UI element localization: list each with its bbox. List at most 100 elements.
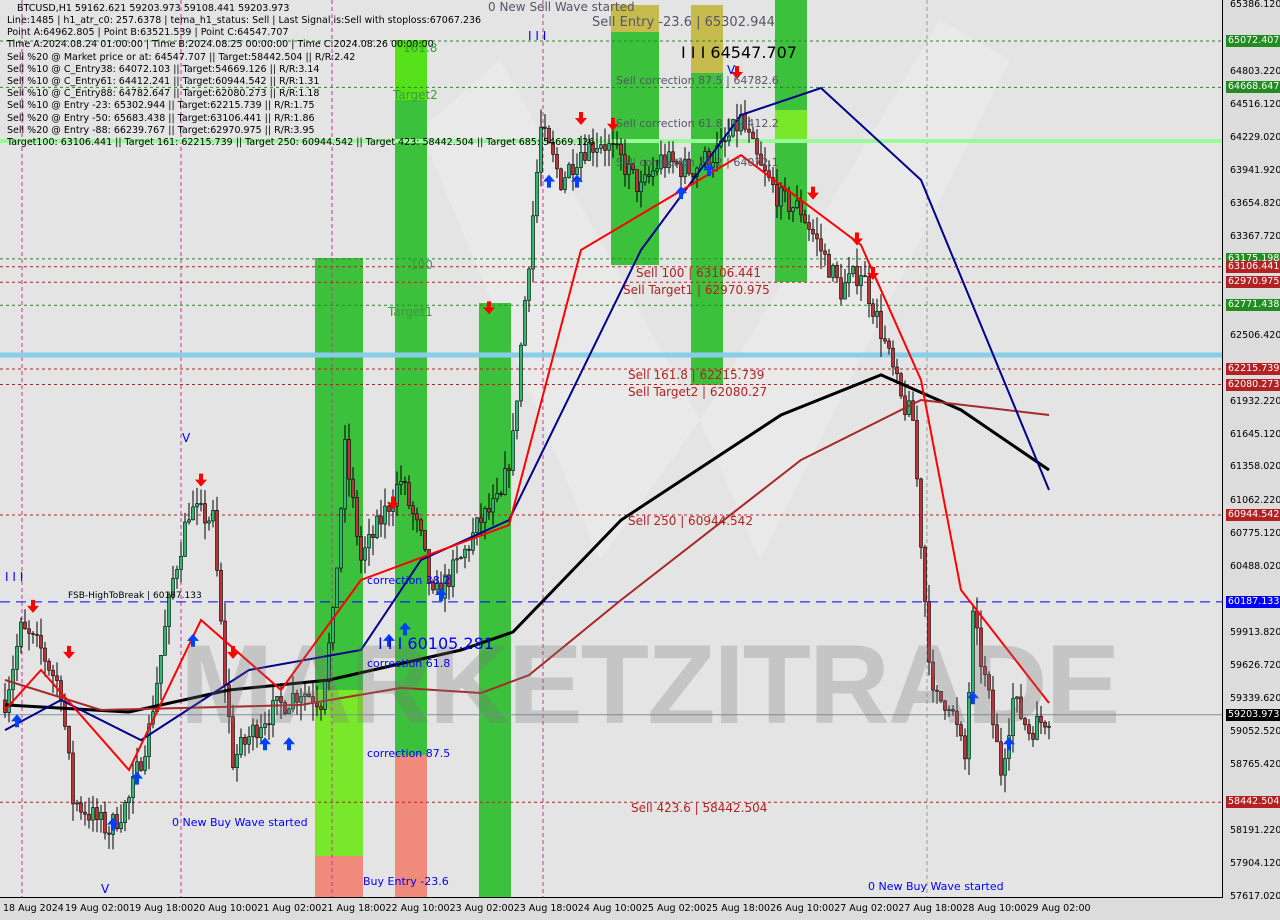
price-tick: 61645.120 [1230, 428, 1280, 440]
price-tick: 57904.120 [1230, 858, 1280, 870]
candle [123, 802, 127, 823]
candle [907, 400, 911, 415]
fsb-high-to-break-label: FSB-HighToBreak | 60187.133 [68, 591, 202, 601]
candle [839, 277, 843, 300]
candle [811, 228, 815, 235]
info-line: Point A:64962.805 | Point B:63521.539 | … [7, 27, 289, 39]
sell-100-label: Sell 100 | 63106.441 [636, 266, 761, 280]
candle [39, 635, 43, 649]
targets-line: Target100: 63106.441 || Target 161: 6221… [7, 137, 595, 148]
candle [603, 144, 607, 151]
buy-point-label: I I I 60105.281 [378, 634, 494, 653]
info-line: Time A:2024.08.24 01:00:00 | Time B:2024… [7, 39, 434, 51]
candle [95, 807, 99, 820]
candle [563, 177, 567, 190]
sell-correction-618-label: Sell correction 61.8 | 64412.2 [616, 117, 779, 130]
candle [799, 200, 803, 216]
candle [787, 190, 791, 212]
time-tick: 24 Aug 10:00 [577, 903, 642, 914]
candle [895, 366, 899, 375]
target1-label: Target1 [388, 305, 433, 319]
price-level-label: 60944.542 [1226, 508, 1280, 521]
candle [495, 493, 499, 500]
price-level-label: 62215.739 [1226, 363, 1280, 375]
sell-arrow-icon [575, 111, 587, 125]
candle [399, 481, 403, 485]
candle [887, 340, 891, 349]
price-level-label: 63106.441 [1226, 260, 1280, 273]
candle [559, 168, 563, 190]
candle [195, 503, 199, 508]
new-buy-wave-label-2: 0 New Buy Wave started [868, 880, 1004, 893]
candle [367, 534, 371, 549]
candle [531, 215, 535, 270]
price-tick: 63367.720 [1230, 230, 1280, 242]
price-axis[interactable]: 65386.120 64803.220 64516.120 64229.020 6394… [1222, 0, 1280, 902]
candle [583, 152, 587, 161]
candle [351, 478, 355, 498]
candle [187, 519, 191, 523]
candle [803, 214, 807, 223]
fib-161-label: 161.8 [403, 41, 438, 55]
candle [775, 184, 779, 207]
price-level-label: 62970.975 [1226, 276, 1280, 289]
candle [75, 802, 79, 805]
candle [463, 548, 467, 558]
candle [347, 439, 351, 480]
candle [403, 481, 407, 483]
correction-875-label: correction 87.5 [367, 747, 451, 760]
price-tick: 59339.620 [1230, 693, 1280, 705]
marker-v: V [182, 431, 191, 445]
candle [355, 497, 359, 537]
candle [215, 509, 219, 571]
candle [159, 655, 163, 684]
time-tick: 18 Aug 2024 [3, 903, 64, 914]
time-axis[interactable]: 18 Aug 2024 19 Aug 02:00 19 Aug 18:00 20 Au… [0, 897, 1280, 920]
candle [643, 174, 647, 183]
chart-plot-area[interactable]: MARKETZITRADE BTCUSD,H1 59162.621 59203.… [0, 0, 1223, 898]
candle [83, 811, 87, 815]
candle [335, 567, 339, 608]
candle [891, 347, 895, 368]
candle [1003, 758, 1007, 776]
candle [379, 515, 383, 525]
candle [527, 268, 531, 301]
candle [815, 233, 819, 240]
point-c-label: I I I 64547.707 [681, 43, 797, 62]
sell-entry-label: Sell Entry -23.6 | 65302.944 [592, 15, 775, 30]
sell-zone-3-light [775, 110, 807, 140]
candle [359, 536, 363, 561]
candle [419, 519, 423, 531]
price-tick: 65386.120 [1230, 0, 1280, 10]
time-tick: 21 Aug 02:00 [257, 903, 322, 914]
sell-161-label: Sell 161.8 | 62215.739 [628, 368, 765, 382]
candle [31, 633, 35, 635]
time-tick: 28 Aug 10:00 [962, 903, 1027, 914]
candle [511, 430, 515, 472]
time-tick: 20 Aug 10:00 [193, 903, 258, 914]
target2-label: Target2 [393, 88, 438, 102]
info-line: Sell %10 @ Entry -23: 65302.944 || Targe… [7, 100, 315, 112]
time-tick: 29 Aug 02:00 [1026, 903, 1091, 914]
candle [823, 250, 827, 255]
candle [67, 726, 71, 754]
candle [127, 797, 131, 803]
candle [875, 310, 879, 317]
candle [855, 266, 859, 286]
candle [919, 478, 923, 548]
buy-zone-3 [479, 303, 511, 897]
price-tick: 60775.120 [1230, 528, 1280, 540]
candle [751, 131, 755, 139]
candle [175, 569, 179, 579]
candle [139, 761, 143, 771]
time-tick: 25 Aug 02:00 [641, 903, 706, 914]
candle [43, 647, 47, 662]
price-tick: 59052.520 [1230, 726, 1280, 738]
sell-arrow-icon [807, 186, 819, 200]
candle [571, 164, 575, 175]
candle [7, 689, 11, 713]
candle [455, 558, 459, 561]
candle [407, 482, 411, 506]
candle [575, 167, 579, 175]
time-tick: 23 Aug 02:00 [449, 903, 514, 914]
